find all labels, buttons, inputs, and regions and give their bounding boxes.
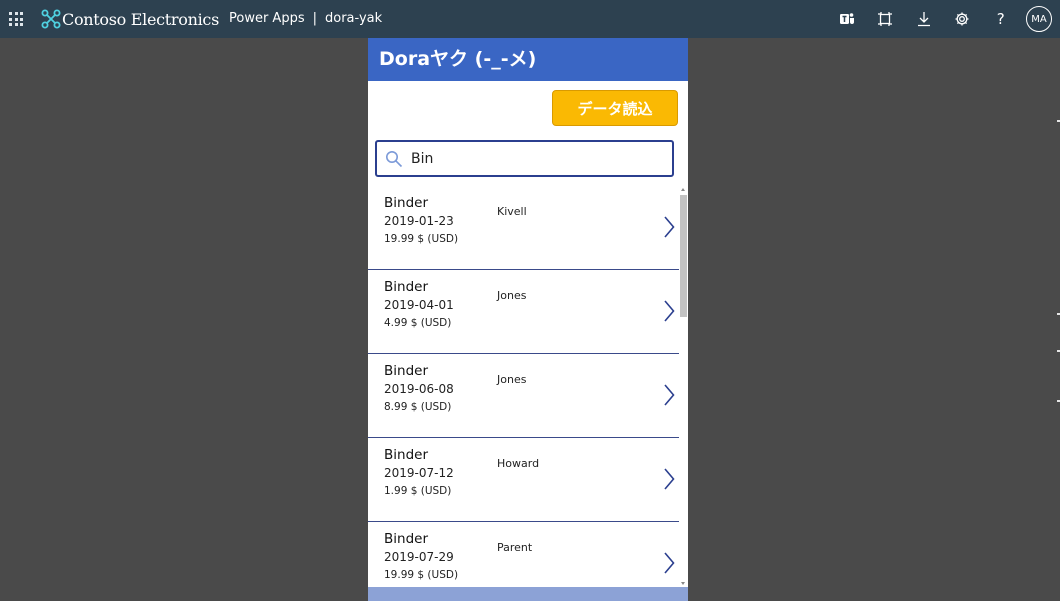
date-label: 2019-04-01 bbox=[384, 298, 454, 312]
breadcrumb-separator: | bbox=[312, 11, 317, 26]
help-glyph: ? bbox=[996, 10, 1005, 28]
help-icon[interactable]: ? bbox=[982, 0, 1021, 38]
app-title: dora-yak bbox=[325, 11, 383, 26]
search-box bbox=[375, 140, 674, 177]
app-canvas: Doraヤク (-_-メ) データ読込 Binder 2019-01-23 19… bbox=[368, 38, 688, 601]
rep-label: Kivell bbox=[497, 205, 527, 218]
chevron-right-icon[interactable] bbox=[663, 468, 675, 490]
search-input[interactable] bbox=[411, 150, 661, 167]
app-launcher-waffle-icon[interactable] bbox=[9, 12, 23, 26]
fit-screen-icon[interactable] bbox=[866, 0, 905, 38]
avatar[interactable]: MA bbox=[1026, 6, 1052, 32]
product-label: Binder bbox=[384, 447, 428, 463]
price-label: 4.99 $ (USD) bbox=[384, 317, 452, 329]
gallery-item[interactable]: Binder 2019-01-23 19.99 $ (USD) Kivell bbox=[368, 186, 679, 270]
price-label: 19.99 $ (USD) bbox=[384, 569, 459, 581]
price-label: 19.99 $ (USD) bbox=[384, 233, 459, 245]
gallery-item[interactable]: Binder 2019-06-08 8.99 $ (USD) Jones bbox=[368, 354, 679, 438]
price-label: 1.99 $ (USD) bbox=[384, 485, 452, 497]
header-actions: ? MA bbox=[828, 0, 1060, 38]
screen-title: Doraヤク (-_-メ) bbox=[368, 38, 688, 81]
gallery-scrollbar[interactable] bbox=[679, 186, 688, 587]
rep-label: Howard bbox=[497, 457, 540, 470]
app-name-link[interactable]: Power Apps bbox=[229, 11, 305, 26]
chevron-right-icon[interactable] bbox=[663, 552, 675, 574]
date-label: 2019-01-23 bbox=[384, 214, 454, 228]
scrollbar-thumb[interactable] bbox=[680, 195, 687, 317]
product-label: Binder bbox=[384, 279, 428, 295]
product-label: Binder bbox=[384, 531, 428, 547]
rep-label: Parent bbox=[497, 541, 533, 554]
teams-icon[interactable] bbox=[828, 0, 867, 38]
chevron-right-icon[interactable] bbox=[663, 216, 675, 238]
load-data-button[interactable]: データ読込 bbox=[552, 90, 678, 126]
date-label: 2019-07-29 bbox=[384, 550, 454, 564]
search-icon bbox=[386, 150, 403, 167]
product-label: Binder bbox=[384, 363, 428, 379]
gear-icon[interactable] bbox=[943, 0, 982, 38]
product-label: Binder bbox=[384, 195, 428, 211]
download-icon[interactable] bbox=[905, 0, 944, 38]
gallery-item[interactable]: Binder 2019-07-12 1.99 $ (USD) Howard bbox=[368, 438, 679, 522]
gallery-item[interactable]: Binder 2019-04-01 4.99 $ (USD) Jones bbox=[368, 270, 679, 354]
breadcrumb: Power Apps | dora-yak bbox=[229, 11, 382, 26]
top-header-bar: Contoso Electronics Power Apps | dora-ya… bbox=[0, 0, 1060, 38]
brand[interactable]: Contoso Electronics bbox=[41, 7, 219, 31]
chevron-right-icon[interactable] bbox=[663, 384, 675, 406]
rep-label: Jones bbox=[497, 373, 527, 386]
gallery-item[interactable]: Binder 2019-07-29 19.99 $ (USD) Parent bbox=[368, 522, 679, 587]
date-label: 2019-06-08 bbox=[384, 382, 454, 396]
contoso-logo-icon bbox=[41, 9, 61, 29]
rep-label: Jones bbox=[497, 289, 527, 302]
scroll-up-arrow-icon[interactable] bbox=[681, 188, 685, 191]
chevron-right-icon[interactable] bbox=[663, 300, 675, 322]
brand-name: Contoso Electronics bbox=[62, 9, 220, 29]
footer-bar bbox=[368, 587, 688, 601]
price-label: 8.99 $ (USD) bbox=[384, 401, 452, 413]
gallery: Binder 2019-01-23 19.99 $ (USD) Kivell B… bbox=[368, 186, 688, 587]
date-label: 2019-07-12 bbox=[384, 466, 454, 480]
scroll-down-arrow-icon[interactable] bbox=[681, 582, 685, 585]
